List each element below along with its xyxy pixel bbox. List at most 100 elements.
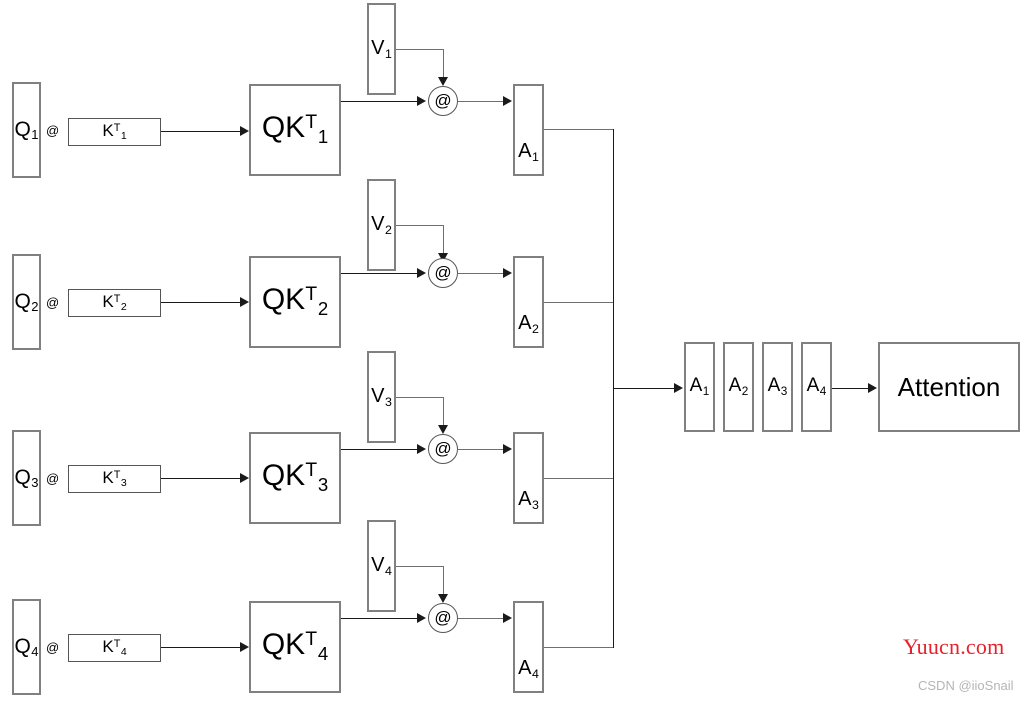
- concat-box-a1[interactable]: A1: [684, 342, 715, 432]
- k-transpose-box-1[interactable]: KT1: [68, 118, 161, 146]
- concat-box-a3[interactable]: A3: [762, 342, 793, 432]
- concat-box-a2[interactable]: A2: [723, 342, 754, 432]
- matmul-node-2[interactable]: @: [428, 258, 458, 288]
- concat-box-a4[interactable]: A4: [801, 342, 832, 432]
- concat-label-a4: A4: [806, 375, 827, 398]
- k-transpose-box-2[interactable]: KT2: [68, 289, 161, 317]
- matmul-node-1[interactable]: @: [428, 86, 458, 116]
- connector-matmul-to-a-1: [458, 101, 505, 102]
- arrowhead-k-to-qkt-2: [240, 297, 249, 307]
- matmul-operator-label-4: @: [46, 640, 60, 655]
- v-label-2: V2: [371, 212, 392, 237]
- connector-v-vertical-3: [443, 397, 444, 425]
- q-label-4: Q4: [14, 634, 39, 660]
- arrowhead-matmul-to-a-3: [503, 444, 512, 454]
- watermark-secondary: CSDN @iioSnail: [918, 678, 1014, 693]
- v-label-3: V3: [371, 384, 392, 409]
- arrowhead-qkt-to-matmul-1: [417, 96, 426, 106]
- matmul-symbol-4: @: [434, 608, 452, 627]
- v-vector-box-2[interactable]: V2: [367, 179, 396, 271]
- attention-output-box[interactable]: Attention: [878, 342, 1020, 432]
- arrowhead-qkt-to-matmul-3: [417, 444, 426, 454]
- connector-a3-to-bus: [544, 478, 614, 479]
- matmul-node-3[interactable]: @: [428, 434, 458, 464]
- arrowhead-k-to-qkt-1: [240, 126, 249, 136]
- connector-v-vertical-2: [443, 225, 444, 253]
- connector-k-to-qkt-1: [161, 131, 240, 132]
- connector-a2-to-bus: [544, 302, 614, 303]
- a-output-box-1[interactable]: A1: [513, 84, 544, 176]
- q-label-3: Q3: [14, 465, 39, 491]
- connector-qkt-to-matmul-1: [341, 101, 419, 102]
- attention-diagram-canvas: Q1 @ KT1 QKT1 V1 @ A1 Q2 @ KT2 QKT2 V2 @…: [0, 0, 1031, 703]
- watermark-primary: Yuucn.com: [903, 634, 1005, 659]
- a-label-1: A1: [518, 139, 539, 164]
- matmul-symbol-3: @: [434, 439, 452, 458]
- a-label-2: A2: [518, 311, 539, 336]
- connector-v-vertical-1: [443, 49, 444, 77]
- connector-v-horizontal-2: [396, 225, 443, 226]
- q-vector-box-3[interactable]: Q3: [12, 430, 41, 526]
- q-label-1: Q1: [14, 117, 39, 143]
- qkt-box-2[interactable]: QKT2: [249, 256, 341, 348]
- arrowhead-matmul-to-a-2: [503, 268, 512, 278]
- qkt-box-4[interactable]: QKT4: [249, 601, 341, 693]
- v-label-4: V4: [371, 553, 392, 578]
- connector-qkt-to-matmul-4: [341, 618, 419, 619]
- arrowhead-matmul-to-a-4: [503, 613, 512, 623]
- a-label-3: A3: [518, 487, 539, 512]
- matmul-operator-label-1: @: [46, 123, 60, 138]
- connector-matmul-to-a-2: [458, 273, 505, 274]
- arrowhead-v-to-matmul-4: [438, 594, 448, 603]
- arrowhead-k-to-qkt-4: [240, 642, 249, 652]
- connector-k-to-qkt-4: [161, 647, 240, 648]
- arrowhead-bus-to-stack: [674, 383, 683, 393]
- connector-v-horizontal-1: [396, 49, 443, 50]
- a-output-box-3[interactable]: A3: [513, 432, 544, 524]
- matmul-symbol-1: @: [434, 91, 452, 110]
- qkt-label-4: QKT4: [261, 628, 329, 665]
- v-vector-box-3[interactable]: V3: [367, 351, 396, 443]
- matmul-operator-label-3: @: [46, 471, 60, 486]
- arrowhead-k-to-qkt-3: [240, 473, 249, 483]
- arrowhead-v-to-matmul-3: [438, 425, 448, 434]
- q-vector-box-2[interactable]: Q2: [12, 254, 41, 350]
- qkt-label-2: QKT2: [261, 283, 329, 320]
- arrowhead-v-to-matmul-1: [438, 77, 448, 86]
- connector-matmul-to-a-4: [458, 618, 505, 619]
- matmul-node-4[interactable]: @: [428, 603, 458, 633]
- concat-bus-to-stack: [613, 388, 675, 389]
- matmul-symbol-2: @: [434, 263, 452, 282]
- connector-k-to-qkt-2: [161, 302, 240, 303]
- concat-label-a3: A3: [767, 375, 788, 398]
- concat-label-a2: A2: [728, 375, 749, 398]
- a-label-4: A4: [518, 656, 539, 681]
- v-vector-box-1[interactable]: V1: [367, 3, 396, 95]
- connector-v-horizontal-4: [396, 566, 443, 567]
- q-vector-box-4[interactable]: Q4: [12, 599, 41, 695]
- connector-a1-to-bus: [544, 129, 614, 130]
- k-label-3: KT3: [102, 468, 127, 490]
- connector-qkt-to-matmul-2: [341, 273, 419, 274]
- v-vector-box-4[interactable]: V4: [367, 520, 396, 612]
- arrowhead-matmul-to-a-1: [503, 96, 512, 106]
- k-transpose-box-4[interactable]: KT4: [68, 634, 161, 662]
- attention-label: Attention: [897, 372, 1001, 402]
- qkt-label-1: QKT1: [261, 111, 329, 148]
- k-label-2: KT2: [102, 292, 127, 314]
- connector-stack-to-attention: [832, 388, 870, 389]
- v-label-1: V1: [371, 36, 392, 61]
- qkt-box-3[interactable]: QKT3: [249, 432, 341, 524]
- a-output-box-2[interactable]: A2: [513, 256, 544, 348]
- k-label-4: KT4: [102, 637, 127, 659]
- q-vector-box-1[interactable]: Q1: [12, 82, 41, 178]
- qkt-box-1[interactable]: QKT1: [249, 84, 341, 176]
- a-output-box-4[interactable]: A4: [513, 601, 544, 693]
- concat-label-a1: A1: [689, 375, 710, 398]
- k-transpose-box-3[interactable]: KT3: [68, 465, 161, 493]
- matmul-operator-label-2: @: [46, 295, 60, 310]
- connector-a4-to-bus: [544, 647, 614, 648]
- arrowhead-qkt-to-matmul-4: [417, 613, 426, 623]
- connector-v-vertical-4: [443, 566, 444, 594]
- qkt-label-3: QKT3: [261, 459, 329, 496]
